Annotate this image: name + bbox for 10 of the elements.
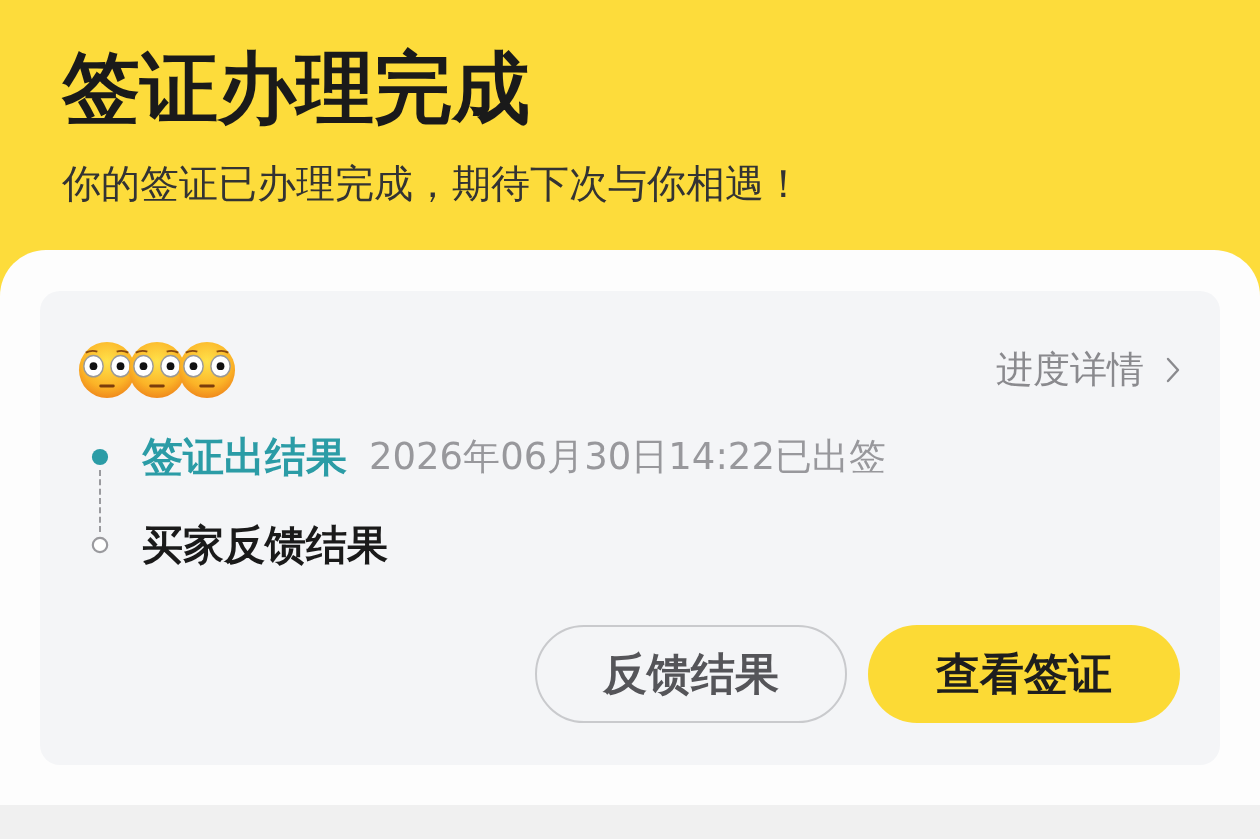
timeline-line [99, 470, 101, 532]
page-subtitle: 你的签证已办理完成，期待下次与你相遇！ [62, 160, 803, 208]
flushed-face-icon [178, 341, 236, 399]
step-label: 签证出结果 [142, 431, 347, 483]
page-title: 签证办理完成 [62, 42, 530, 135]
view-visa-button[interactable]: 查看签证 [868, 625, 1180, 723]
step-label: 买家反馈结果 [142, 519, 388, 571]
chevron-right-icon [1166, 357, 1180, 383]
feedback-button[interactable]: 反馈结果 [535, 625, 847, 723]
step-detail: 2026年06月30日14:22已出签 [369, 434, 886, 480]
